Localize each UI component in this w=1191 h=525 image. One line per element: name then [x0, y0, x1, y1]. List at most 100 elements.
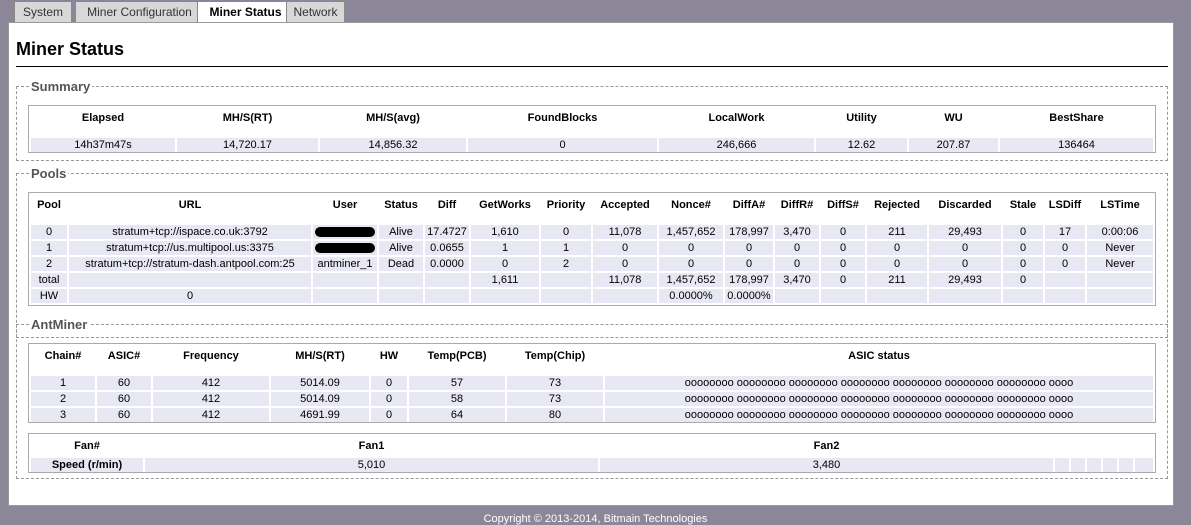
fan2-speed: 3,480 — [600, 458, 1053, 472]
pools-header: Accepted — [600, 199, 650, 211]
chain-header: Frequency — [183, 350, 239, 362]
pools-cell: 29,493 — [929, 225, 1001, 239]
fan-header: Fan1 — [358, 440, 385, 452]
tab-miner-status[interactable]: Miner Status — [197, 1, 294, 24]
pools-header: LSTime — [1100, 199, 1140, 211]
summary-header: MH/S(RT) — [222, 112, 273, 124]
pools-cell: 211 — [867, 225, 927, 239]
pools-cell: 0 — [659, 241, 723, 255]
pools-cell: 1 — [31, 241, 67, 255]
tab-system[interactable]: System — [14, 1, 72, 22]
pools-cell: 17 — [1045, 225, 1085, 239]
fan-header: Fan# — [74, 440, 100, 452]
pools-cell: 0 — [593, 241, 657, 255]
summary-mhs-rt: 14,720.17 — [177, 138, 318, 152]
pools-cell: 178,997 — [725, 225, 773, 239]
summary-best-share: 136464 — [1000, 138, 1153, 152]
pools-cell: 0 — [31, 225, 67, 239]
summary-elapsed: 14h37m47s — [31, 138, 175, 152]
pools-cell: 2 — [541, 257, 591, 271]
chain-cell: 58 — [409, 392, 505, 406]
pools-cell: 17.4727 — [425, 225, 469, 239]
pools-legend: Pools — [31, 166, 67, 181]
chain-cell: 64 — [409, 408, 505, 422]
pools-cell: 0 — [1003, 225, 1043, 239]
pools-header: Priority — [546, 199, 586, 211]
pools-cell: 0 — [1003, 241, 1043, 255]
chain-cell: 80 — [507, 408, 603, 422]
chain-cell: 0 — [371, 376, 407, 390]
pools-cell: 2 — [31, 257, 67, 271]
pools-cell: 0 — [725, 241, 773, 255]
summary-header: BestShare — [1049, 112, 1104, 124]
pools-cell: 11,078 — [593, 225, 657, 239]
summary-table: Elapsed MH/S(RT) MH/S(avg) FoundBlocks L… — [29, 106, 1155, 154]
chain-cell: 73 — [507, 392, 603, 406]
pools-cell: antminer_1 — [313, 257, 377, 271]
pools-cell: HW — [31, 289, 67, 303]
pools-header: DiffR# — [780, 199, 814, 211]
pools-cell — [1003, 289, 1043, 303]
pools-header: Rejected — [874, 199, 920, 211]
pools-cell — [1045, 273, 1085, 287]
redacted-user — [315, 227, 375, 238]
summary-wu: 207.87 — [909, 138, 998, 152]
summary-header: MH/S(avg) — [366, 112, 420, 124]
pools-cell: 0 — [821, 273, 865, 287]
table-row: Speed (r/min) 5,010 3,480 — [31, 458, 1153, 472]
pools-cell — [867, 289, 927, 303]
pools-cell — [425, 289, 469, 303]
pools-cell: 211 — [867, 273, 927, 287]
chain-cell: 3 — [31, 408, 95, 422]
pools-header: Nonce# — [671, 199, 711, 211]
summary-found-blocks: 0 — [468, 138, 657, 152]
pools-cell: 1,610 — [471, 225, 539, 239]
chain-cell: 412 — [153, 408, 269, 422]
pools-cell: Never — [1087, 257, 1153, 271]
summary-local-work: 246,666 — [659, 138, 814, 152]
pools-cell — [69, 273, 311, 287]
pools-cell: 1,611 — [471, 273, 539, 287]
pools-cell: 3,470 — [775, 273, 819, 287]
pools-cell: 0 — [471, 257, 539, 271]
summary-table-box: Elapsed MH/S(RT) MH/S(avg) FoundBlocks L… — [28, 105, 1156, 153]
pools-table: Pool URL User Status Diff GetWorks Priority Acc… — [29, 193, 1155, 305]
tab-miner-configuration[interactable]: Miner Configuration — [75, 1, 204, 22]
summary-header: Utility — [846, 112, 877, 124]
pools-cell: stratum+tcp://us.multipool.us:3375 — [69, 241, 311, 255]
pools-table-box: Pool URL User Status Diff GetWorks Priority Acc… — [28, 192, 1156, 306]
chain-cell: oooooooo oooooooo oooooooo oooooooo oooo… — [605, 376, 1153, 390]
pools-cell: 0 — [775, 241, 819, 255]
table-row: 2 stratum+tcp://stratum-dash.antpool.com:… — [31, 257, 1153, 271]
pools-cell — [425, 273, 469, 287]
table-row: 2 60 412 5014.09 0 58 73 oooooooo oooooooo oooo… — [31, 392, 1153, 406]
pools-cell — [471, 289, 539, 303]
pools-header: URL — [178, 199, 202, 211]
pools-cell: 0 — [1003, 273, 1043, 287]
title-divider — [16, 66, 1168, 67]
pools-cell: 0 — [867, 241, 927, 255]
summary-header: WU — [944, 112, 963, 124]
pools-cell: 0.0000% — [659, 289, 723, 303]
pools-cell: 178,997 — [725, 273, 773, 287]
pools-cell: 0 — [1045, 241, 1085, 255]
chain-cell: 412 — [153, 376, 269, 390]
pools-cell: 0 — [1003, 257, 1043, 271]
pools-cell: 0 — [69, 289, 311, 303]
chain-cell: 412 — [153, 392, 269, 406]
pools-cell: 0 — [1045, 257, 1085, 271]
chain-cell: 5014.09 — [271, 376, 369, 390]
pools-header: User — [332, 199, 358, 211]
pools-cell — [313, 273, 377, 287]
pools-header: LSDiff — [1048, 199, 1082, 211]
pools-cell: Alive — [379, 241, 423, 255]
pools-cell: 0 — [867, 257, 927, 271]
tab-network[interactable]: Network — [286, 1, 345, 22]
pools-cell — [313, 225, 377, 239]
pools-cell — [379, 289, 423, 303]
fan-table: Fan# Fan1 Fan2 Speed (r/min) 5,010 3,480 — [29, 434, 1155, 474]
fan-row-label: Speed (r/min) — [31, 458, 143, 472]
pools-cell: 0 — [821, 257, 865, 271]
chain-header: HW — [379, 350, 399, 362]
pools-cell: 11,078 — [593, 273, 657, 287]
